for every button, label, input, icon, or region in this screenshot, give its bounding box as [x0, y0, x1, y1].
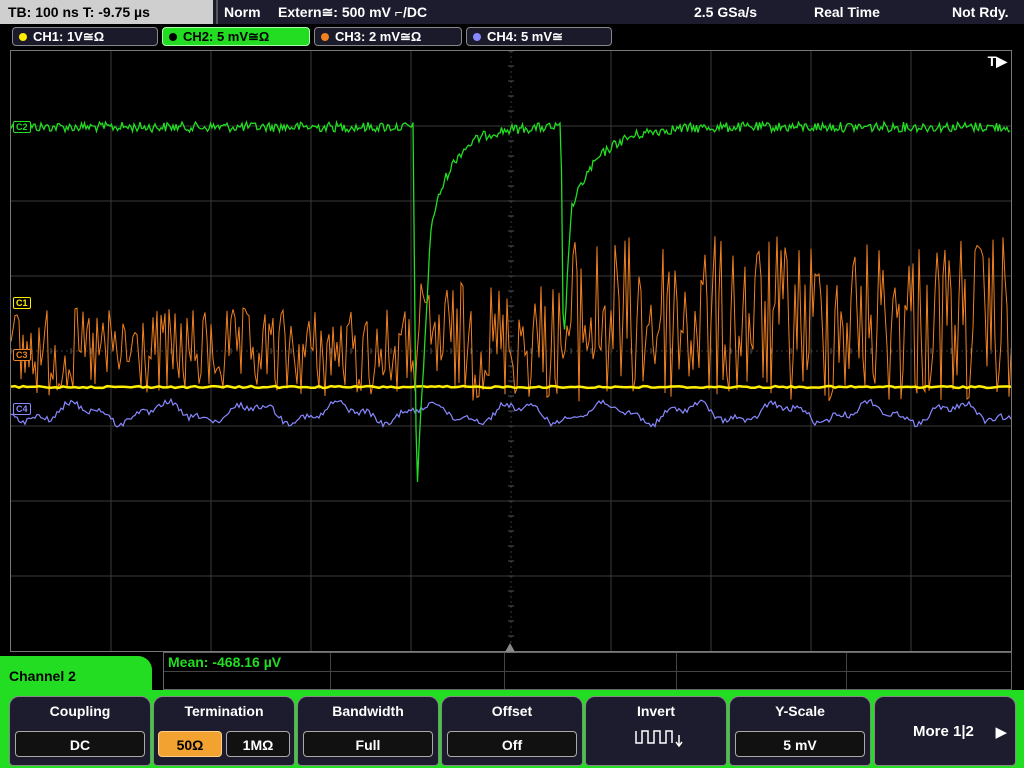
ch3-offset-marker[interactable]: C3	[13, 349, 31, 361]
chevron-right-icon: ▶	[995, 724, 1007, 741]
channel-tab-ch1[interactable]: CH1: 1V≅Ω	[12, 27, 158, 46]
termination-1mohm-option[interactable]: 1MΩ	[226, 731, 290, 757]
channel-tab-ch4[interactable]: CH4: 5 mV≅	[466, 27, 612, 46]
ch2-offset-marker[interactable]: C2	[13, 121, 31, 133]
trigger-time-marker-icon[interactable]	[505, 643, 515, 652]
ch4-dot-icon	[473, 33, 481, 41]
bandwidth-value[interactable]: Full	[303, 731, 433, 757]
ch3-dot-icon	[321, 33, 329, 41]
channel-tab-label: CH4: 5 mV≅	[487, 29, 563, 44]
termination-softkey[interactable]: Termination 50Ω 1MΩ	[153, 696, 295, 766]
channel-tab-label: CH1: 1V≅Ω	[33, 29, 105, 44]
mean-measurement: Mean: -468.16 µV	[168, 654, 282, 670]
channel-tab-label: CH2: 5 mV≅Ω	[183, 29, 270, 44]
termination-50ohm-option[interactable]: 50Ω	[158, 731, 222, 757]
offset-label: Offset	[491, 703, 533, 719]
status-divider	[216, 0, 218, 24]
offset-value[interactable]: Off	[447, 731, 577, 757]
invert-softkey[interactable]: Invert	[585, 696, 727, 766]
ch1-dot-icon	[19, 33, 27, 41]
measurement-panel	[163, 652, 1012, 690]
acquisition-mode[interactable]: Real Time	[814, 0, 880, 24]
channel-tab-ch3[interactable]: CH3: 2 mV≅Ω	[314, 27, 462, 46]
trigger-source[interactable]: Extern≅: 500 mV ⌐/DC	[278, 0, 427, 24]
ch2-dot-icon	[169, 33, 177, 41]
termination-label: Termination	[184, 703, 264, 719]
waveform-display[interactable]: C2 C1 C3 C4 T▶	[10, 50, 1012, 652]
bandwidth-softkey[interactable]: Bandwidth Full	[297, 696, 439, 766]
y-scale-label: Y-Scale	[775, 703, 825, 719]
more-label: More 1|2	[913, 723, 974, 740]
timebase-readout[interactable]: TB: 100 ns T: -9.75 µs	[0, 0, 213, 24]
invert-waveform-icon	[635, 730, 683, 748]
ch4-offset-marker[interactable]: C4	[13, 403, 31, 415]
coupling-value[interactable]: DC	[15, 731, 145, 757]
waveform-canvas	[11, 51, 1011, 651]
acquisition-status: Not Rdy.	[952, 4, 1009, 20]
sample-rate: 2.5 GSa/s	[694, 4, 758, 20]
coupling-label: Coupling	[49, 703, 111, 719]
bandwidth-label: Bandwidth	[332, 703, 404, 719]
y-scale-value[interactable]: 5 mV	[735, 731, 865, 757]
trigger-mode[interactable]: Norm	[224, 0, 261, 24]
offset-softkey[interactable]: Offset Off	[441, 696, 583, 766]
invert-label: Invert	[636, 703, 676, 719]
trigger-position-marker[interactable]: T▶	[988, 53, 1007, 70]
coupling-softkey[interactable]: Coupling DC	[9, 696, 151, 766]
ch1-offset-marker[interactable]: C1	[13, 297, 31, 309]
more-softkey[interactable]: More 1|2 ▶	[874, 696, 1016, 766]
channel-tab-ch2[interactable]: CH2: 5 mV≅Ω	[162, 27, 310, 46]
menu-title-tab: Channel 2	[0, 656, 152, 696]
y-scale-softkey[interactable]: Y-Scale 5 mV	[729, 696, 871, 766]
ch1-waveform	[11, 384, 1011, 390]
channel-tab-label: CH3: 2 mV≅Ω	[335, 29, 422, 44]
